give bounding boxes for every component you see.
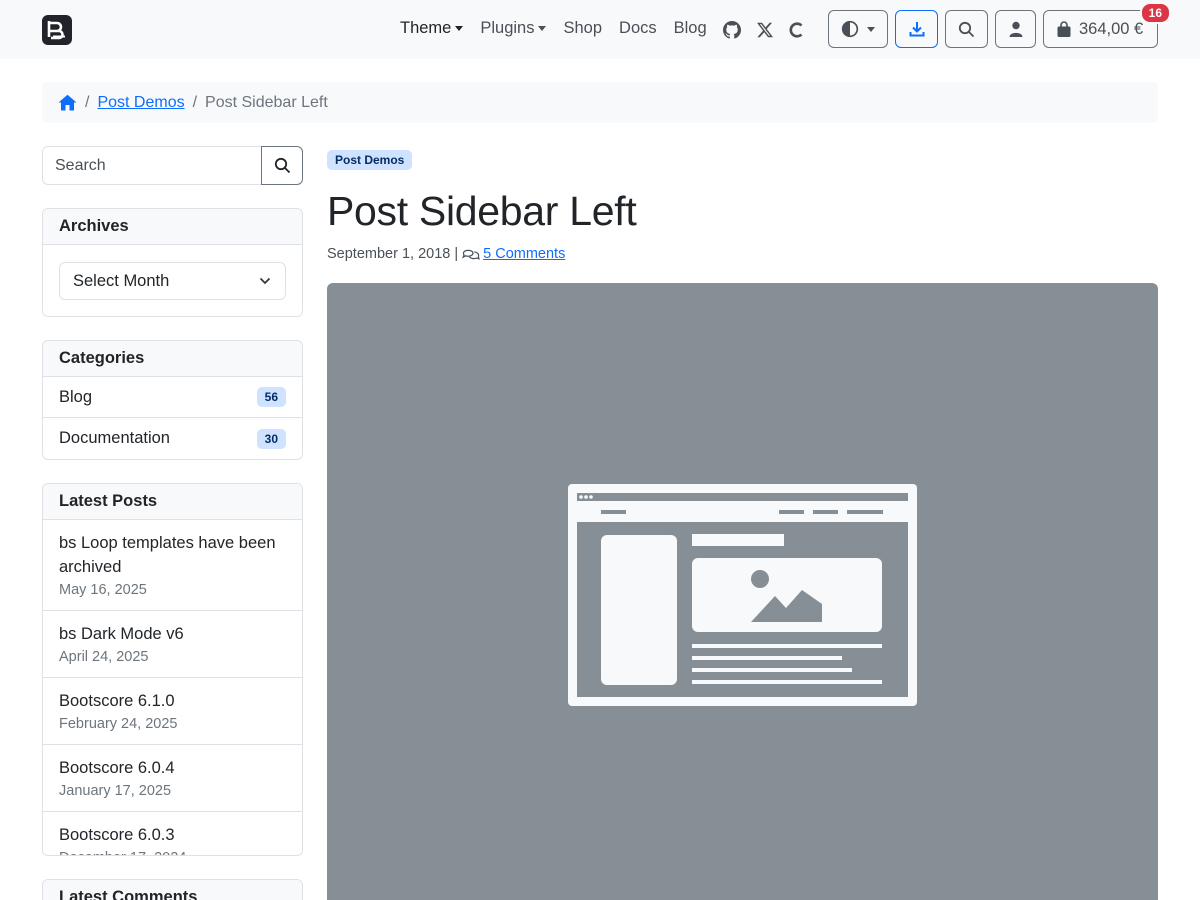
sidebar-search	[42, 146, 303, 185]
logo[interactable]	[42, 15, 72, 45]
header-search-button[interactable]	[945, 10, 988, 48]
archives-select-value: Select Month	[73, 271, 170, 290]
meta-separator: |	[454, 246, 459, 262]
account-button[interactable]	[995, 10, 1036, 48]
latest-post-date: April 24, 2025	[59, 649, 149, 665]
category-label: Blog	[59, 387, 93, 406]
latest-post-item[interactable]: bs Dark Mode v6 April 24, 2025	[43, 611, 302, 678]
latest-post-item[interactable]: Bootscore 6.0.3 December 17, 2024	[43, 812, 302, 855]
nav-theme-label: Theme	[400, 19, 452, 37]
search-submit-button[interactable]	[261, 146, 303, 185]
category-item-documentation[interactable]: Documentation 30	[43, 418, 302, 459]
category-item-blog[interactable]: Blog 56	[43, 377, 302, 418]
archives-month-select[interactable]: Select Month	[59, 262, 286, 300]
logo-icon	[47, 21, 65, 40]
search-input[interactable]	[42, 146, 262, 185]
nav-blog[interactable]: Blog	[674, 19, 707, 38]
archives-title: Archives	[43, 209, 302, 245]
latest-post-title: Bootscore 6.0.4	[59, 759, 175, 777]
latest-post-date: January 17, 2025	[59, 783, 172, 799]
loader-icon[interactable]	[786, 19, 808, 41]
main-nav: Theme Plugins Shop Docs Blog	[400, 19, 724, 38]
caret-down-icon	[538, 26, 547, 31]
latest-post-date: May 16, 2025	[59, 582, 147, 598]
latest-post-date: December 17, 2024	[59, 848, 286, 855]
site-header: Theme Plugins Shop Docs Blog 364,00 € 16	[0, 0, 1200, 59]
shopping-bag-icon	[1057, 20, 1071, 37]
nav-docs-label: Docs	[619, 19, 657, 37]
post-date: September 1, 2018	[327, 246, 451, 262]
cart-count-badge: 16	[1139, 2, 1171, 24]
category-count-badge: 30	[256, 428, 286, 449]
post-category-badge[interactable]: Post Demos	[327, 150, 413, 170]
comments-icon	[462, 249, 481, 260]
latest-post-title: Bootscore 6.0.3	[59, 826, 175, 844]
post-featured-image	[327, 283, 1158, 900]
latest-post-date: February 24, 2025	[59, 716, 178, 732]
comments-link[interactable]: 5 Comments	[483, 246, 565, 262]
latest-posts-title: Latest Posts	[43, 484, 302, 520]
breadcrumb: / Post Demos / Post Sidebar Left	[42, 82, 1158, 123]
cart-amount: 364,00 €	[1079, 19, 1144, 38]
placeholder-image-icon	[568, 484, 917, 706]
latest-post-title: Bootscore 6.1.0	[59, 692, 175, 710]
post-meta: September 1, 2018 | 5 Comments	[327, 246, 565, 262]
latest-comments-title: Latest Comments	[43, 880, 302, 900]
caret-down-icon	[455, 26, 464, 31]
breadcrumb-separator: /	[192, 93, 198, 111]
search-icon	[274, 157, 290, 174]
theme-toggle-button[interactable]	[828, 10, 888, 48]
chevron-down-icon	[259, 277, 271, 285]
nav-docs[interactable]: Docs	[619, 19, 657, 38]
nav-shop[interactable]: Shop	[563, 19, 602, 38]
latest-comments-widget: Latest Comments	[42, 879, 303, 900]
category-count-badge: 56	[256, 387, 286, 407]
category-label: Documentation	[59, 429, 170, 447]
contrast-icon	[841, 20, 859, 38]
nav-blog-label: Blog	[673, 19, 707, 37]
user-icon	[1009, 21, 1022, 37]
nav-plugins-label: Plugins	[480, 19, 535, 37]
latest-post-item[interactable]: Bootscore 6.1.0 February 24, 2025	[43, 678, 302, 745]
breadcrumb-link-post-demos[interactable]: Post Demos	[97, 94, 184, 112]
breadcrumb-separator: /	[85, 93, 90, 111]
post-title: Post Sidebar Left	[327, 188, 637, 234]
download-icon	[909, 22, 924, 37]
categories-title: Categories	[43, 341, 302, 377]
cart-button[interactable]: 364,00 € 16	[1043, 2, 1171, 48]
breadcrumb-current: Post Sidebar Left	[205, 93, 328, 111]
github-icon[interactable]	[721, 19, 743, 41]
nav-theme[interactable]: Theme	[400, 19, 464, 38]
nav-plugins[interactable]: Plugins	[480, 19, 547, 38]
latest-post-title: bs Dark Mode v6	[59, 625, 184, 643]
search-icon	[958, 21, 975, 37]
nav-shop-label: Shop	[563, 19, 603, 37]
latest-posts-widget: Latest Posts bs Loop templates have been…	[42, 483, 303, 856]
download-button[interactable]	[895, 10, 938, 48]
x-icon[interactable]	[754, 19, 776, 41]
categories-widget: Categories Blog 56 Documentation 30	[42, 340, 303, 460]
latest-post-title: bs Loop templates have been archived	[59, 534, 276, 576]
home-icon[interactable]	[58, 94, 77, 111]
latest-post-item[interactable]: bs Loop templates have been archived May…	[43, 520, 302, 611]
latest-post-item[interactable]: Bootscore 6.0.4 January 17, 2025	[43, 745, 302, 812]
caret-down-icon	[867, 26, 875, 32]
archives-widget: Archives Select Month	[42, 208, 303, 317]
